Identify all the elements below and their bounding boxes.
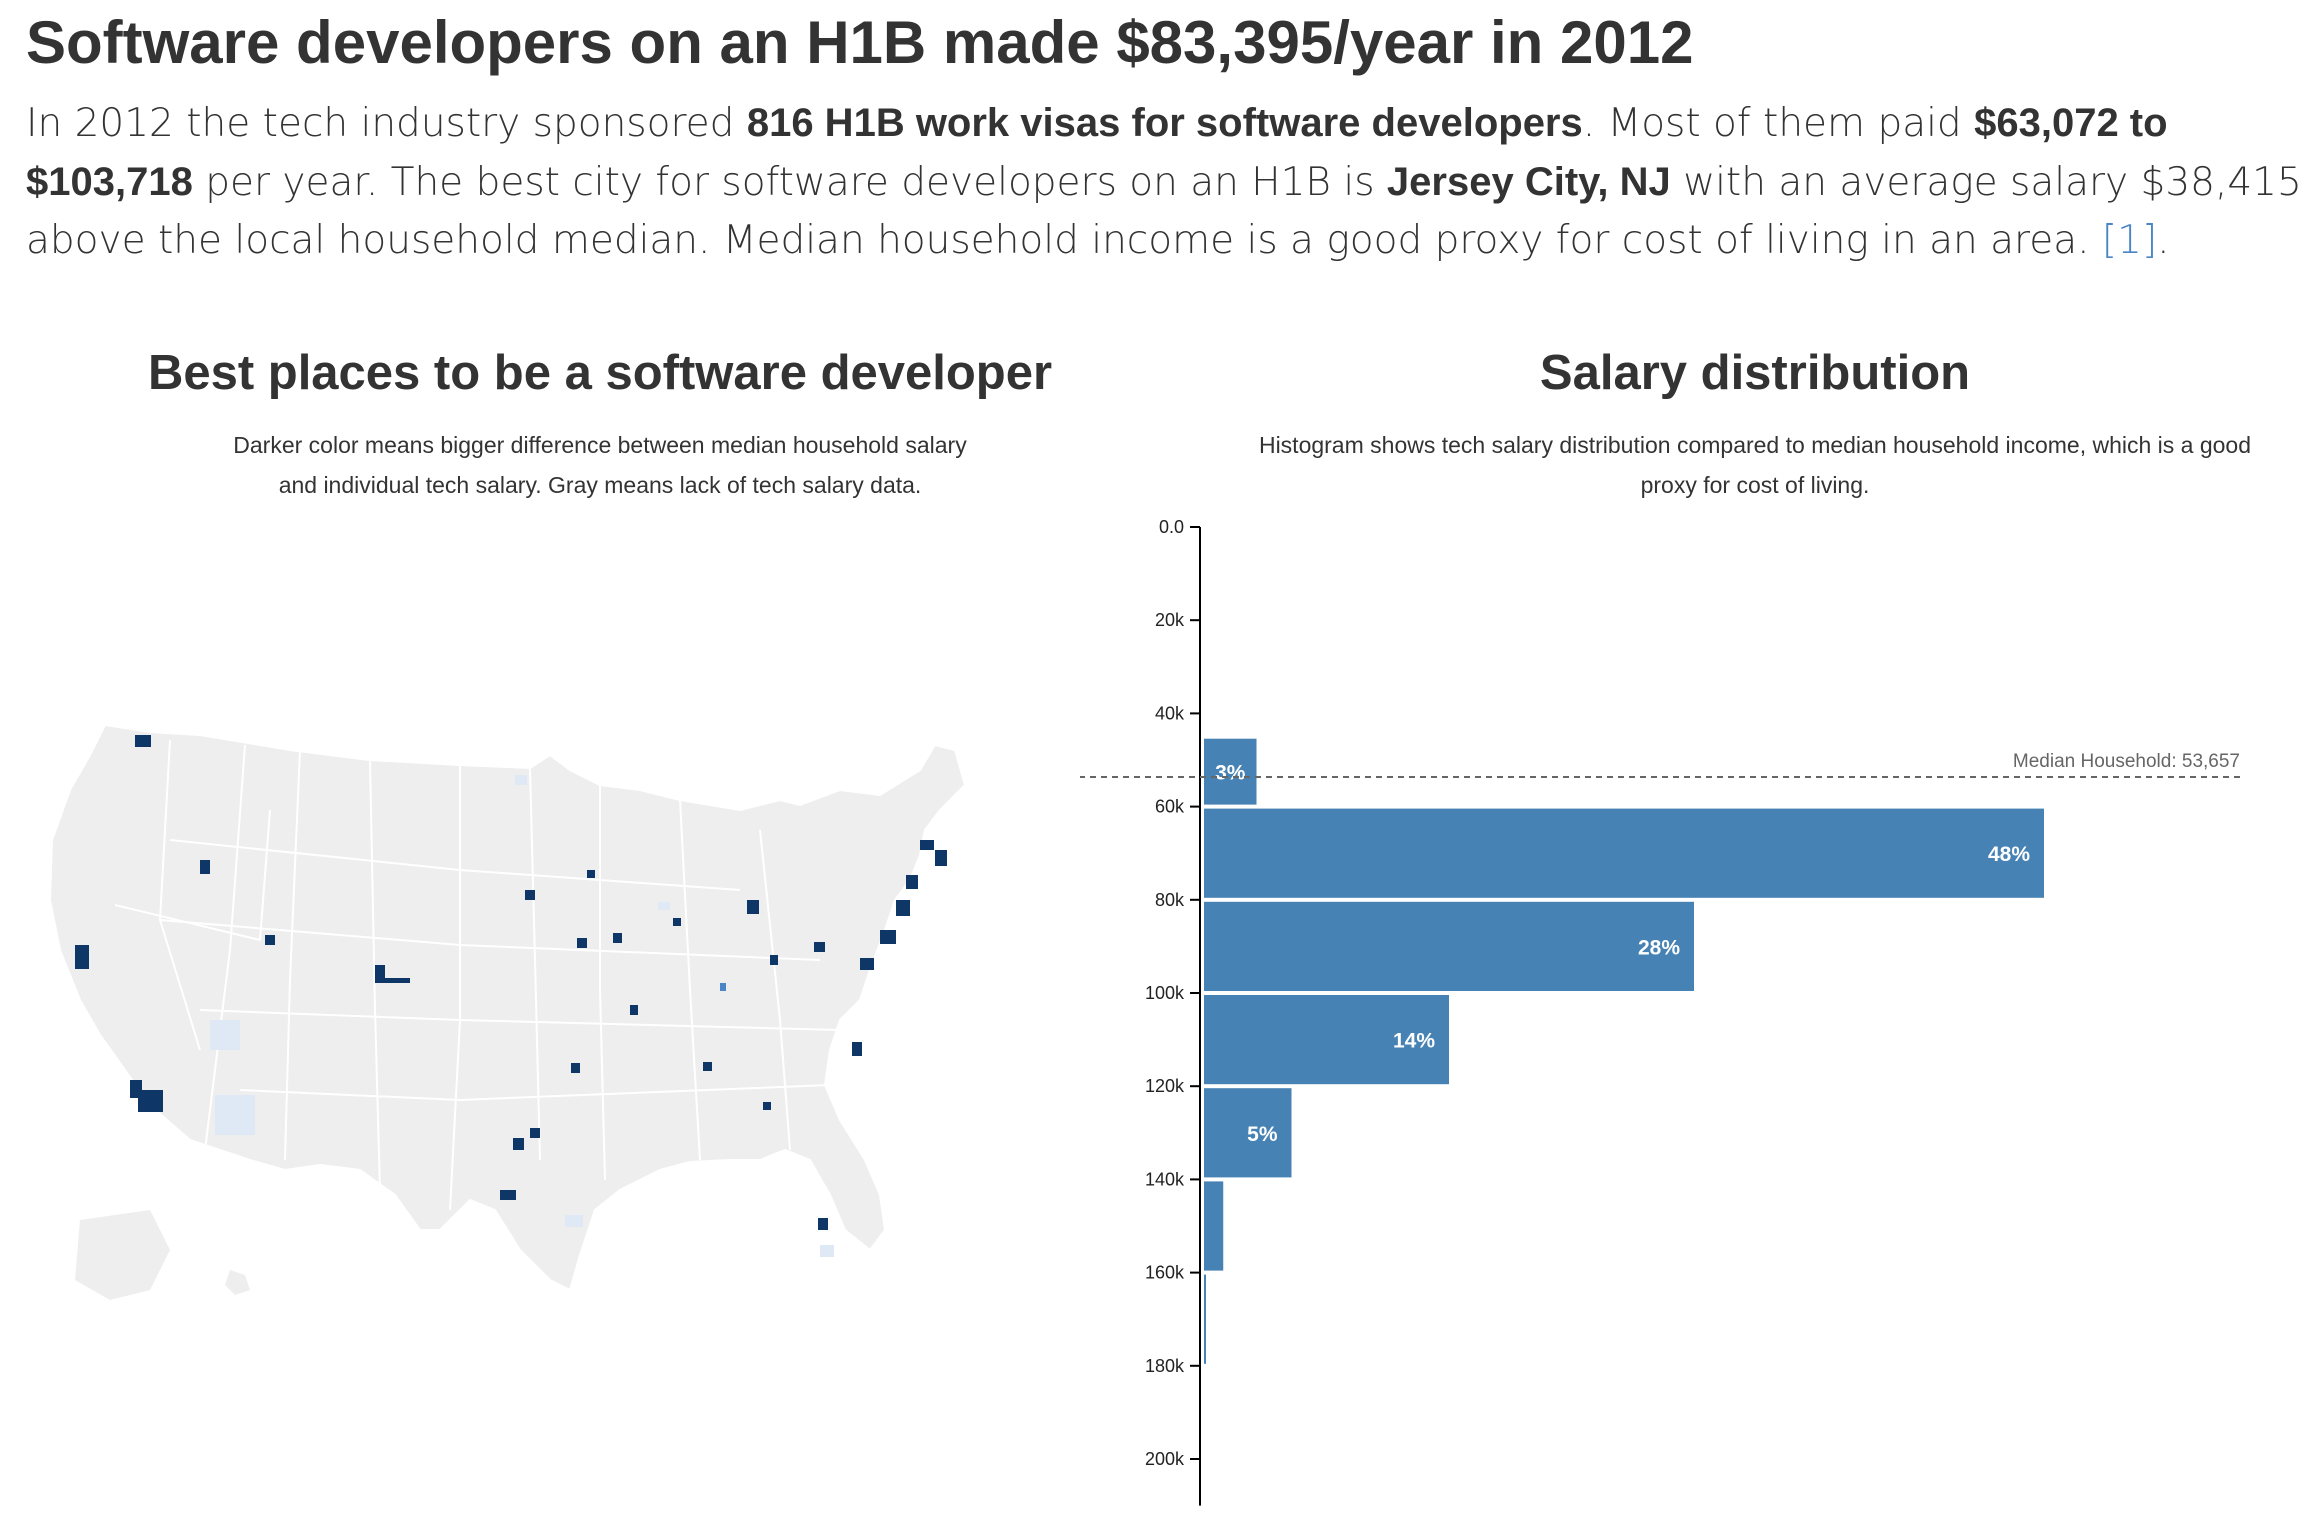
visa-count: 816 H1B work visas for software develope… — [746, 101, 1583, 145]
salary-histogram: 0.0 20k 40k 60k 80k 100k 120k 140k 160k 180k 200k 3… — [1080, 517, 2245, 1506]
histogram-bar — [1204, 808, 2044, 898]
county-marker — [673, 918, 681, 926]
county-marker — [75, 945, 89, 969]
intro-paragraph: In 2012 the tech industry sponsored 816 … — [26, 94, 2316, 270]
county-marker — [525, 890, 535, 900]
y-tick-label: 60k — [1155, 797, 1185, 817]
page-title: Software developers on an H1B made $83,3… — [26, 9, 1694, 76]
bar-data-label: 5% — [1247, 1123, 1278, 1146]
histogram-bar — [1204, 1274, 1206, 1364]
county-marker — [820, 1245, 834, 1257]
county-marker — [920, 840, 934, 850]
y-tick-label: 120k — [1145, 1076, 1185, 1096]
county-marker — [571, 1063, 580, 1073]
bar-data-label: 28% — [1638, 936, 1680, 959]
alaska-shape — [75, 1210, 170, 1300]
county-marker — [577, 938, 587, 948]
county-marker — [138, 1090, 163, 1112]
county-marker — [896, 900, 910, 916]
county-marker — [770, 955, 778, 965]
county-marker — [763, 1102, 771, 1110]
county-marker — [880, 930, 896, 944]
county-marker — [703, 1062, 712, 1071]
county-medium — [720, 983, 726, 991]
y-tick-label: 40k — [1155, 703, 1185, 723]
map-title: Best places to be a software developer — [147, 346, 1053, 400]
county-marker — [200, 860, 210, 874]
county-marker — [135, 735, 151, 747]
histogram-bar — [1204, 901, 1694, 991]
county-marker — [935, 850, 947, 866]
bar-data-label: 14% — [1393, 1030, 1435, 1053]
county-marker — [587, 870, 595, 878]
county-marker — [720, 983, 726, 991]
county-marker — [814, 942, 825, 952]
county-marker — [380, 978, 410, 983]
map-description-line: Darker color means bigger difference bet… — [233, 432, 967, 458]
hawaii-shape — [225, 1270, 250, 1295]
histogram-description-line: proxy for cost of living. — [1640, 472, 1870, 498]
y-tick-label: 200k — [1145, 1449, 1185, 1469]
county-marker — [530, 1128, 540, 1138]
county-marker — [747, 900, 759, 914]
county-marker — [658, 902, 670, 910]
map-description-line: and individual tech salary. Gray means l… — [278, 472, 922, 498]
histogram-description: Histogram shows tech salary distribution… — [1205, 425, 2305, 505]
us-land — [48, 723, 967, 1300]
y-tick-label: 140k — [1145, 1169, 1185, 1189]
county-marker — [613, 933, 622, 943]
us-county-map — [48, 723, 967, 1300]
county-marker — [852, 1042, 862, 1056]
footnote-link[interactable]: [1] — [2102, 218, 2157, 263]
y-tick-label: 160k — [1145, 1263, 1185, 1283]
intro-text: In 2012 the tech industry sponsored — [26, 101, 747, 146]
county-marker — [500, 1190, 516, 1200]
y-tick-label: 180k — [1145, 1356, 1185, 1376]
histogram-description-line: Histogram shows tech salary distribution… — [1258, 432, 2252, 458]
county-marker — [513, 1138, 524, 1150]
county-marker — [630, 1005, 638, 1015]
county-marker — [515, 775, 527, 785]
y-tick-label: 100k — [1145, 983, 1185, 1003]
intro-text: . Most of them paid — [1582, 101, 1975, 146]
county-marker — [860, 958, 874, 970]
median-household-label: Median Household: 53,657 — [2013, 751, 2240, 772]
county-marker — [565, 1215, 583, 1227]
county-marker — [818, 1218, 828, 1230]
county-marker — [210, 1020, 240, 1050]
county-marker — [265, 935, 275, 945]
county-marker — [215, 1095, 255, 1135]
bar-data-label: 48% — [1988, 843, 2030, 866]
histogram-title: Salary distribution — [1539, 346, 1971, 400]
county-marker — [906, 875, 918, 889]
intro-text: per year. The best city for software dev… — [192, 160, 1387, 205]
y-tick-label: 80k — [1155, 890, 1185, 910]
map-description: Darker color means bigger difference bet… — [60, 425, 1140, 505]
histogram-bar — [1204, 1181, 1224, 1271]
y-tick-label: 0.0 — [1159, 517, 1184, 537]
y-tick-label: 20k — [1155, 610, 1185, 630]
bar-data-label: 3% — [1215, 762, 1246, 785]
best-city: Jersey City, NJ — [1386, 160, 1671, 204]
intro-text: . — [2157, 218, 2170, 263]
